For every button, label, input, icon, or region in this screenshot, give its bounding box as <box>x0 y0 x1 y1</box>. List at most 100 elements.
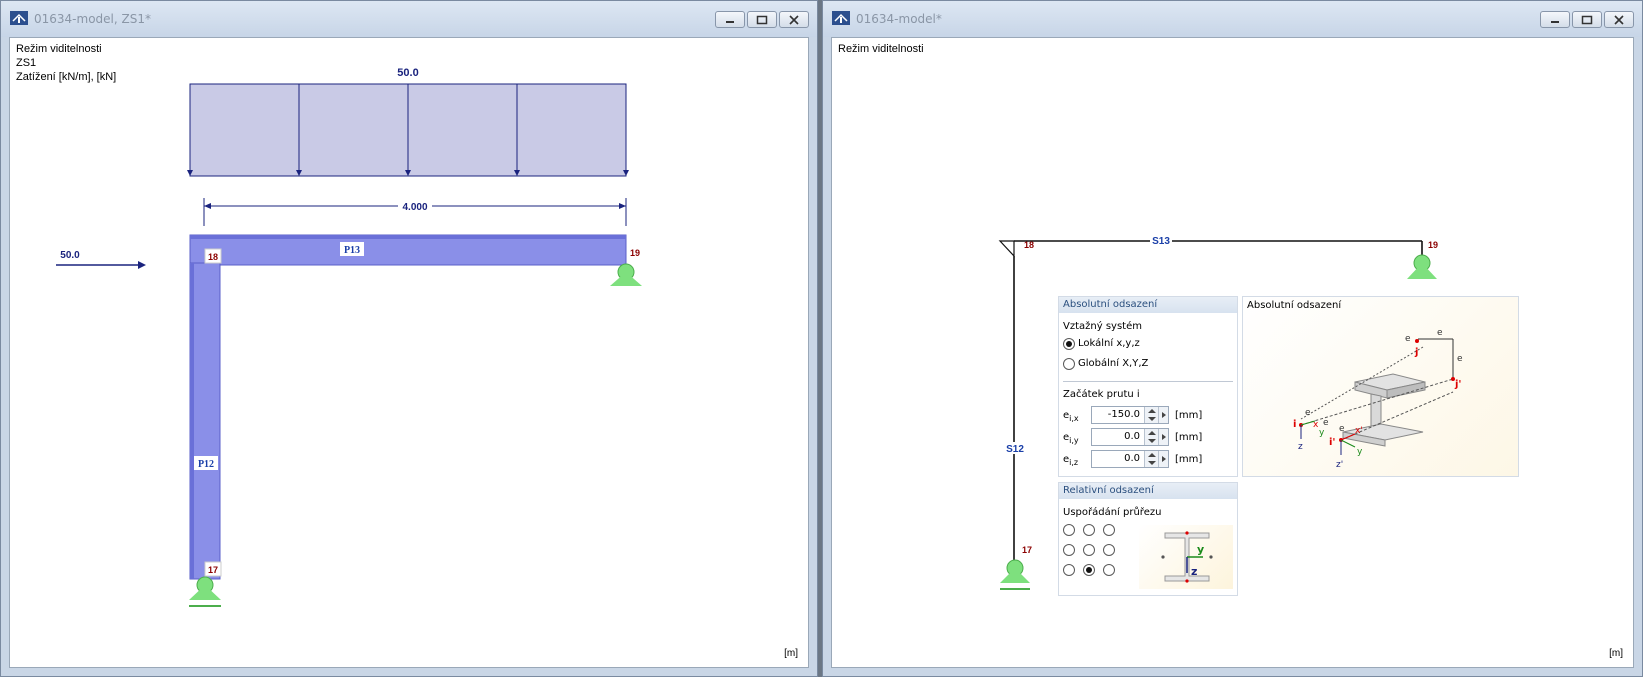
local-xyz-radio[interactable] <box>1063 338 1075 350</box>
close-button[interactable] <box>779 11 809 28</box>
hinge-node-18 <box>998 240 1015 258</box>
arrangement-radio-tc[interactable] <box>1083 524 1095 536</box>
cross-section-arrangement-label: Uspořádání průřezu <box>1063 507 1162 518</box>
node-18-label: 18 <box>1024 240 1034 250</box>
separator <box>1063 381 1233 382</box>
point-load-arrow[interactable] <box>56 261 146 269</box>
window-title: 01634-model* <box>856 12 942 26</box>
node-18-label: 18 <box>208 252 218 262</box>
unit-label: [m] <box>1609 648 1623 659</box>
member-s13-label: S13 <box>1152 236 1170 247</box>
unit-label: [m] <box>784 648 798 659</box>
relative-offset-panel: Relativní odsazení Uspořádání průřezu y … <box>1058 482 1238 596</box>
svg-text:e: e <box>1405 334 1411 344</box>
offset-x-input[interactable]: -150.0 <box>1091 406 1169 424</box>
member-p13-label: P13 <box>344 245 360 256</box>
member-p13[interactable] <box>189 234 627 266</box>
arrangement-radio-mc[interactable] <box>1083 544 1095 556</box>
spinner-icon[interactable] <box>1144 451 1158 467</box>
pick-arrow-icon[interactable] <box>1158 451 1168 467</box>
distributed-load[interactable] <box>187 83 629 177</box>
support-node-19[interactable] <box>1407 254 1437 279</box>
offset-z-value: 0.0 <box>1124 453 1140 464</box>
close-icon <box>1614 15 1624 25</box>
offset-y-value: 0.0 <box>1124 431 1140 442</box>
offset-y-unit: [mm] <box>1175 432 1203 443</box>
svg-text:z': z' <box>1336 460 1343 470</box>
node-17-label: 17 <box>1022 545 1032 555</box>
app-icon <box>832 11 850 25</box>
arrangement-radio-tr[interactable] <box>1103 524 1115 536</box>
app-icon <box>10 11 28 25</box>
spinner-icon[interactable] <box>1144 407 1158 423</box>
offset-x-label: ei,x <box>1063 410 1079 423</box>
offset-x-value: -150.0 <box>1107 409 1140 420</box>
maximize-button[interactable] <box>1572 11 1602 28</box>
point-load-label: 50.0 <box>60 250 80 261</box>
offset-diagram-panel: Absolutní odsazení e e e j j' i e e e i'… <box>1242 296 1519 477</box>
title-bar[interactable]: 01634-model, ZS1* <box>1 1 817 37</box>
svg-text:i': i' <box>1329 437 1336 448</box>
svg-text:e: e <box>1305 408 1311 418</box>
relative-offset-header: Relativní odsazení <box>1059 483 1237 499</box>
dimension-label: 4.000 <box>402 202 427 213</box>
svg-text:e: e <box>1339 424 1345 434</box>
svg-text:y: y <box>1357 447 1363 457</box>
absolute-offset-panel: Absolutní odsazení Vztažný systém Lokáln… <box>1058 296 1238 477</box>
support-node-17[interactable] <box>189 576 221 607</box>
support-node-19[interactable] <box>610 263 642 286</box>
svg-text:y: y <box>1197 543 1204 556</box>
minimize-button[interactable] <box>1540 11 1570 28</box>
arrangement-radio-mr[interactable] <box>1103 544 1115 556</box>
reference-system-label: Vztažný systém <box>1063 321 1142 332</box>
offset-diagram: e e e j j' i e e e i' x y z x' y z' <box>1293 328 1463 470</box>
spinner-icon[interactable] <box>1144 429 1158 445</box>
arrangement-radio-ml[interactable] <box>1063 544 1075 556</box>
global-xyz-label: Globální X,Y,Z <box>1078 358 1149 369</box>
member-s12-label: S12 <box>1006 444 1024 455</box>
model-viewport[interactable]: Režim viditelnosti S13 S12 18 19 17 Abso… <box>831 37 1634 668</box>
distributed-load-label: 50.0 <box>397 67 418 79</box>
arrangement-radio-br[interactable] <box>1103 564 1115 576</box>
member-start-label: Začátek prutu i <box>1063 389 1140 400</box>
title-bar[interactable]: 01634-model* <box>823 1 1642 37</box>
arrangement-radio-tl[interactable] <box>1063 524 1075 536</box>
svg-text:j: j <box>1414 347 1418 358</box>
absolute-offset-header: Absolutní odsazení <box>1059 297 1237 313</box>
maximize-icon <box>756 15 768 25</box>
offset-x-unit: [mm] <box>1175 410 1203 421</box>
model-viewport[interactable]: Režim viditelnosti ZS1 Zatížení [kN/m], … <box>9 37 809 668</box>
svg-text:i: i <box>1293 419 1296 430</box>
svg-text:z: z <box>1298 442 1303 452</box>
minimize-icon <box>726 21 734 23</box>
cross-section-preview: y z <box>1139 525 1233 589</box>
svg-text:e: e <box>1323 418 1329 428</box>
arrangement-radio-bl[interactable] <box>1063 564 1075 576</box>
support-node-17[interactable] <box>1000 559 1030 590</box>
svg-text:y: y <box>1319 428 1325 438</box>
member-offset-dialog: Absolutní odsazení Vztažný systém Lokáln… <box>1058 296 1519 596</box>
close-icon <box>789 15 799 25</box>
offset-z-input[interactable]: 0.0 <box>1091 450 1169 468</box>
minimize-icon <box>1551 21 1559 23</box>
offset-y-input[interactable]: 0.0 <box>1091 428 1169 446</box>
arrangement-radio-bc[interactable] <box>1083 564 1095 576</box>
local-xyz-label: Lokální x,y,z <box>1078 338 1140 349</box>
maximize-button[interactable] <box>747 11 777 28</box>
member-p12-label: P12 <box>198 459 214 470</box>
minimize-button[interactable] <box>715 11 745 28</box>
svg-text:z: z <box>1191 565 1197 578</box>
close-button[interactable] <box>1604 11 1634 28</box>
svg-text:e: e <box>1437 328 1443 338</box>
node-19-label: 19 <box>1428 240 1438 250</box>
offset-z-unit: [mm] <box>1175 454 1203 465</box>
node-19-label: 19 <box>630 248 640 258</box>
structure-drawing: 50.0 4.000 50.0 P13 P12 18 19 17 <box>56 67 642 607</box>
node-17-label: 17 <box>208 565 218 575</box>
member-p12[interactable] <box>189 262 221 580</box>
window-left: 01634-model, ZS1* Režim viditelnosti ZS1… <box>0 0 818 677</box>
pick-arrow-icon[interactable] <box>1158 407 1168 423</box>
svg-text:x': x' <box>1355 426 1363 436</box>
global-xyz-radio[interactable] <box>1063 358 1075 370</box>
pick-arrow-icon[interactable] <box>1158 429 1168 445</box>
